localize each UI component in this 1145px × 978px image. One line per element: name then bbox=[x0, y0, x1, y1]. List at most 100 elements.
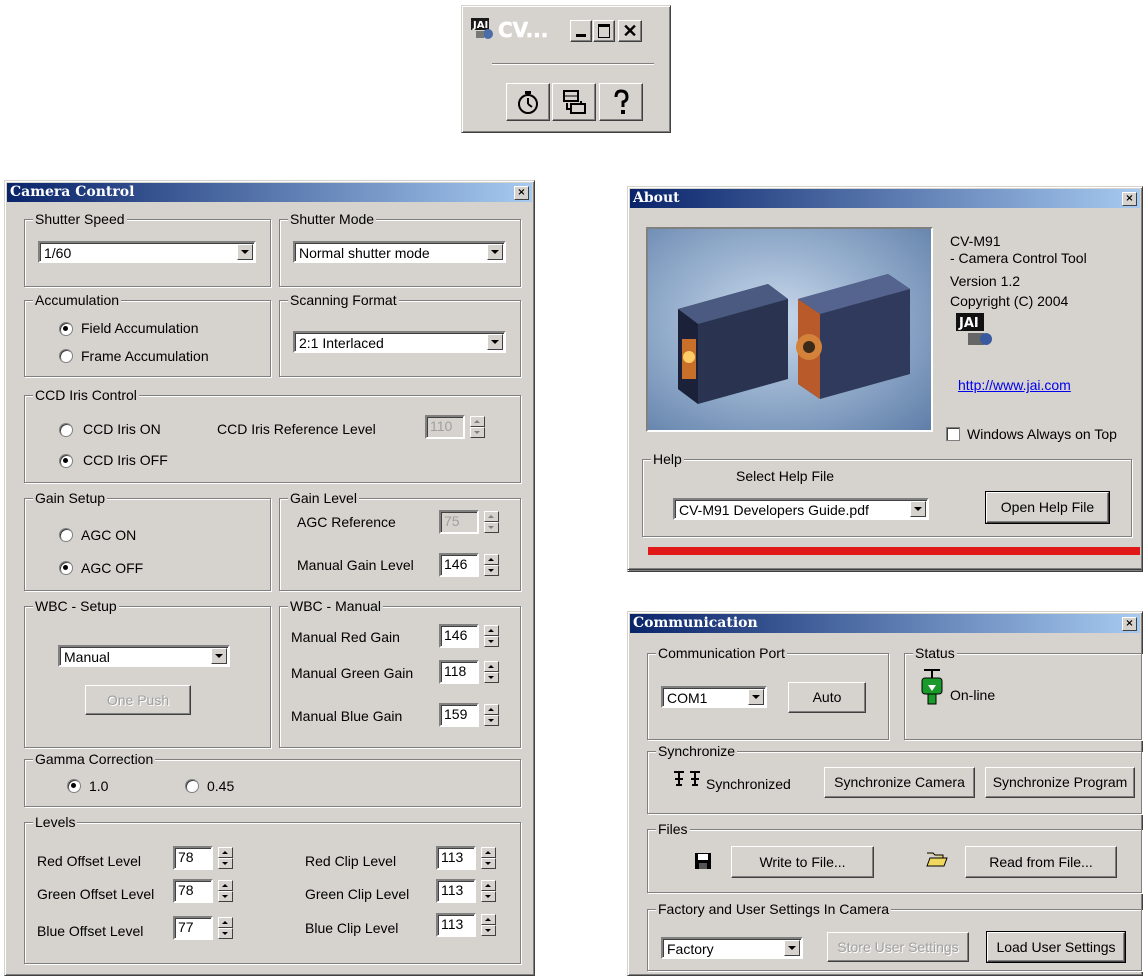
chevron-down-icon[interactable] bbox=[487, 334, 503, 350]
maximize-button[interactable] bbox=[593, 20, 615, 42]
agc-on-radio[interactable] bbox=[59, 528, 73, 542]
spin-down-icon[interactable] bbox=[484, 636, 499, 647]
close-icon[interactable]: × bbox=[514, 186, 529, 200]
com-port-combo[interactable]: COM1 bbox=[661, 686, 767, 708]
field-accumulation-label: Field Accumulation bbox=[81, 320, 199, 336]
spin-up-icon[interactable] bbox=[470, 416, 485, 427]
spin-down-icon[interactable] bbox=[218, 928, 233, 939]
field-accumulation-radio[interactable] bbox=[59, 322, 73, 336]
wbc-setup-combo[interactable]: Manual bbox=[58, 645, 230, 667]
synchronize-camera-button[interactable]: Synchronize Camera bbox=[824, 767, 975, 798]
spin-down-icon[interactable] bbox=[484, 715, 499, 726]
read-from-file-button[interactable]: Read from File... bbox=[965, 846, 1117, 878]
camera-control-titlebar: Camera Control × bbox=[7, 183, 532, 202]
write-to-file-button[interactable]: Write to File... bbox=[731, 846, 874, 878]
chevron-down-icon[interactable] bbox=[237, 244, 253, 260]
ccd-iris-on-radio[interactable] bbox=[59, 423, 73, 437]
spin-down-icon[interactable] bbox=[218, 891, 233, 902]
chevron-down-icon[interactable] bbox=[487, 244, 503, 260]
product-photo bbox=[646, 227, 933, 432]
network-icon[interactable] bbox=[552, 83, 596, 121]
agc-off-radio[interactable] bbox=[59, 561, 73, 575]
stopwatch-icon[interactable] bbox=[506, 83, 550, 121]
communication-window: Communication × Communication Port COM1 … bbox=[627, 611, 1143, 976]
about-window: About × CV-M91 - Camera Control Tool Ver… bbox=[627, 186, 1143, 570]
spin-up-icon[interactable] bbox=[481, 880, 496, 891]
manual-red-gain-label: Manual Red Gain bbox=[291, 629, 400, 645]
synchronize-label: Synchronize bbox=[656, 743, 738, 759]
chevron-down-icon[interactable] bbox=[748, 689, 764, 705]
gain-setup-group: Gain Setup bbox=[24, 490, 271, 591]
auto-button[interactable]: Auto bbox=[788, 682, 866, 713]
online-plug-icon bbox=[918, 668, 946, 708]
spin-down-icon[interactable] bbox=[484, 565, 499, 576]
scanning-format-combo[interactable]: 2:1 Interlaced bbox=[293, 331, 506, 353]
spin-down-icon[interactable] bbox=[470, 427, 485, 438]
chevron-down-icon[interactable] bbox=[784, 940, 800, 956]
status-label: Status bbox=[913, 645, 957, 661]
floppy-disk-icon bbox=[694, 852, 712, 870]
always-on-top-checkbox[interactable] bbox=[946, 427, 960, 441]
synchronized-icon bbox=[672, 769, 704, 789]
synchronize-program-button[interactable]: Synchronize Program bbox=[985, 767, 1135, 798]
toolbar-window: JAI CV... ✕ bbox=[461, 5, 671, 133]
spin-up-icon[interactable] bbox=[218, 917, 233, 928]
gamma-0-45-label: 0.45 bbox=[207, 778, 235, 794]
spin-down-icon[interactable] bbox=[484, 522, 499, 533]
one-push-button[interactable]: One Push bbox=[85, 685, 191, 715]
spin-up-icon[interactable] bbox=[218, 880, 233, 891]
spin-up-icon[interactable] bbox=[484, 704, 499, 715]
open-folder-icon bbox=[926, 850, 948, 868]
shutter-speed-label: Shutter Speed bbox=[33, 211, 127, 227]
manual-green-gain-label: Manual Green Gain bbox=[291, 665, 414, 681]
gamma-0-45-radio[interactable] bbox=[185, 779, 199, 793]
shutter-mode-combo[interactable]: Normal shutter mode bbox=[293, 241, 506, 263]
minimize-button[interactable] bbox=[570, 20, 592, 42]
close-icon[interactable]: × bbox=[1122, 617, 1137, 631]
close-button[interactable]: ✕ bbox=[618, 20, 642, 42]
store-user-settings-button[interactable]: Store User Settings bbox=[827, 932, 969, 962]
spin-up-icon[interactable] bbox=[481, 847, 496, 858]
spin-down-icon[interactable] bbox=[218, 858, 233, 869]
product-version: Version 1.2 bbox=[950, 273, 1021, 289]
spin-down-icon[interactable] bbox=[481, 925, 496, 936]
jai-logo-icon: JAI bbox=[954, 307, 998, 351]
open-help-file-button[interactable]: Open Help File bbox=[985, 491, 1110, 524]
product-subtitle: - Camera Control Tool bbox=[950, 250, 1087, 266]
settings-label: Factory and User Settings In Camera bbox=[656, 901, 892, 917]
gamma-label: Gamma Correction bbox=[33, 751, 156, 767]
frame-accumulation-radio[interactable] bbox=[59, 349, 73, 363]
green-clip-label: Green Clip Level bbox=[305, 886, 410, 902]
load-user-settings-button[interactable]: Load User Settings bbox=[986, 931, 1126, 963]
spin-up-icon[interactable] bbox=[484, 661, 499, 672]
chevron-down-icon[interactable] bbox=[211, 648, 227, 664]
accumulation-group: Accumulation bbox=[24, 292, 271, 377]
spin-down-icon[interactable] bbox=[481, 858, 496, 869]
help-icon[interactable] bbox=[599, 83, 643, 121]
scanning-format-label: Scanning Format bbox=[288, 292, 399, 308]
settings-combo[interactable]: Factory bbox=[661, 937, 803, 959]
help-label: Help bbox=[651, 451, 684, 467]
gamma-1-0-radio[interactable] bbox=[67, 779, 81, 793]
shutter-speed-combo[interactable]: 1/60 bbox=[38, 241, 256, 263]
manual-gain-level-label: Manual Gain Level bbox=[297, 557, 414, 573]
green-offset-label: Green Offset Level bbox=[37, 886, 155, 902]
close-icon[interactable]: × bbox=[1122, 192, 1137, 206]
website-link[interactable]: http://www.jai.com bbox=[958, 377, 1071, 393]
gain-level-label: Gain Level bbox=[288, 490, 359, 506]
spin-up-icon[interactable] bbox=[484, 511, 499, 522]
spin-down-icon[interactable] bbox=[481, 891, 496, 902]
chevron-down-icon[interactable] bbox=[910, 501, 926, 517]
spin-up-icon[interactable] bbox=[218, 847, 233, 858]
spin-up-icon[interactable] bbox=[484, 554, 499, 565]
spin-up-icon[interactable] bbox=[484, 625, 499, 636]
spin-up-icon[interactable] bbox=[481, 914, 496, 925]
wbc-setup-group: WBC - Setup bbox=[24, 598, 271, 748]
agc-off-label: AGC OFF bbox=[81, 560, 144, 576]
spin-down-icon[interactable] bbox=[484, 672, 499, 683]
progress-bar bbox=[648, 547, 1140, 555]
camera-control-window: Camera Control × Shutter Speed 1/60 Shut… bbox=[4, 180, 535, 976]
ccd-iris-off-radio[interactable] bbox=[59, 454, 73, 468]
help-file-combo[interactable]: CV-M91 Developers Guide.pdf bbox=[673, 498, 929, 520]
accumulation-label: Accumulation bbox=[33, 292, 122, 308]
